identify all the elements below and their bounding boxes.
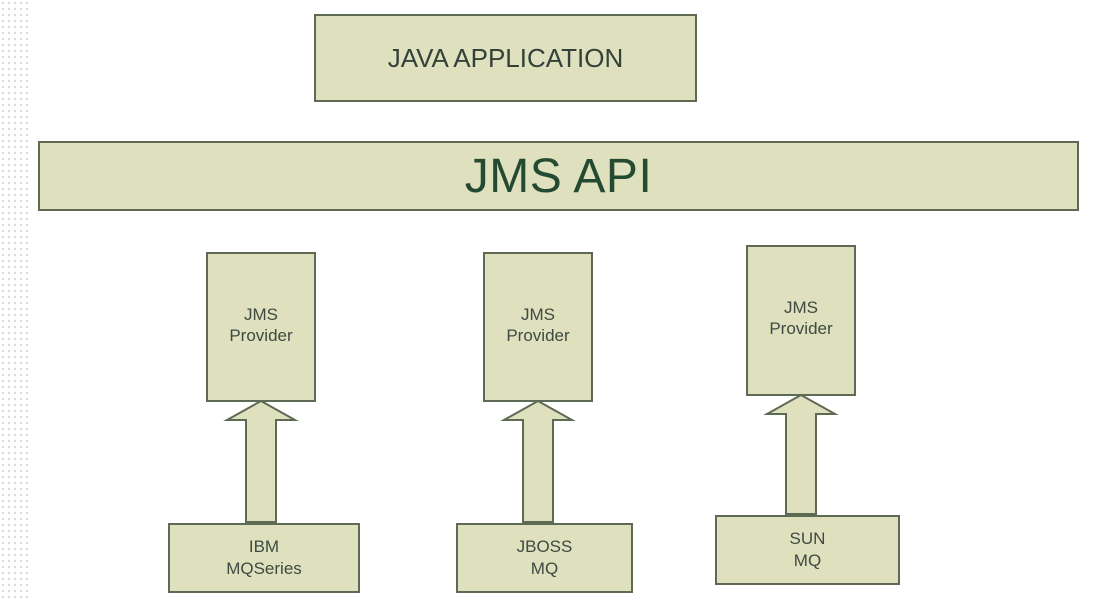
up-arrow-1	[223, 399, 299, 523]
sun-mq-box: SUN MQ	[715, 515, 900, 585]
java-application-box: JAVA APPLICATION	[314, 14, 697, 102]
jboss-mq-label: JBOSS MQ	[516, 536, 573, 578]
jboss-mq-box: JBOSS MQ	[456, 523, 633, 593]
ibm-mqseries-label: IBM MQSeries	[226, 536, 302, 578]
java-application-label: JAVA APPLICATION	[387, 42, 624, 73]
jms-provider-label-1: JMS Provider	[229, 305, 293, 346]
sun-mq-label: SUN MQ	[789, 528, 826, 570]
dotted-page-margin	[0, 0, 30, 600]
jms-provider-box-3: JMS Provider	[746, 245, 856, 396]
jms-provider-box-1: JMS Provider	[206, 252, 316, 402]
up-arrow-3	[763, 393, 839, 515]
jms-api-label: JMS API	[464, 149, 653, 203]
ibm-mqseries-box: IBM MQSeries	[168, 523, 360, 593]
jms-provider-label-2: JMS Provider	[506, 305, 570, 346]
jms-api-bar: JMS API	[38, 141, 1079, 211]
jms-provider-box-2: JMS Provider	[483, 252, 593, 402]
jms-provider-label-3: JMS Provider	[769, 298, 833, 339]
up-arrow-2	[500, 399, 576, 523]
